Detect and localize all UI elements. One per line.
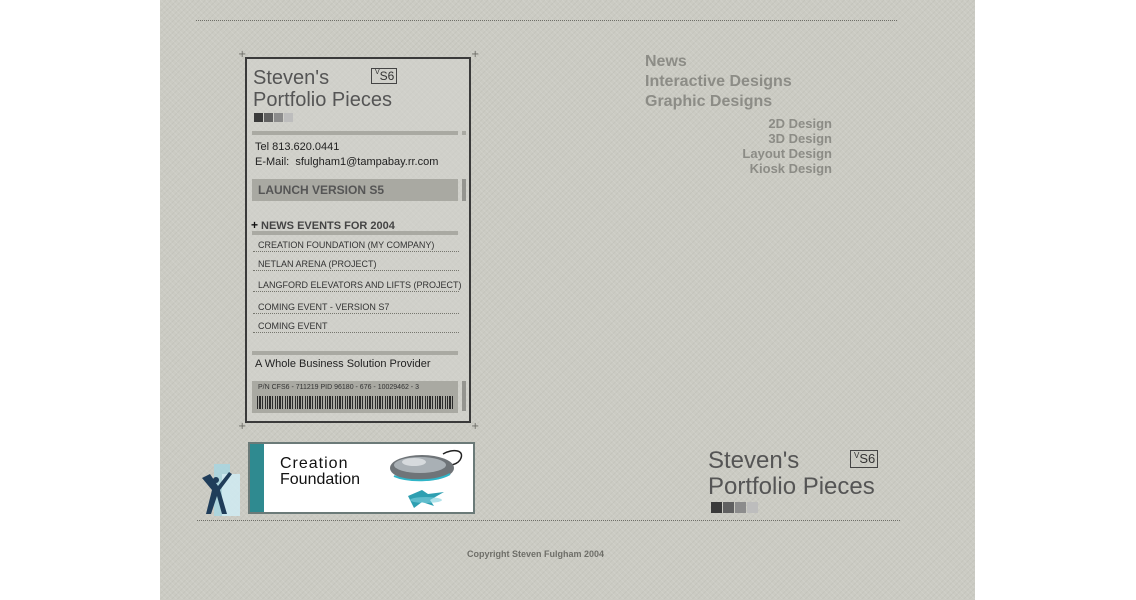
copyright: Copyright Steven Fulgham 2004	[467, 549, 605, 559]
news-divider	[252, 231, 458, 235]
nav-graphic-designs[interactable]: Graphic Designs	[645, 92, 772, 112]
part-number: P/N CFS6 - 711219 PID 96180 - 676 - 1002…	[258, 384, 419, 391]
email-link[interactable]: sfulgham1@tampabay.rr.com	[295, 156, 438, 168]
email-row: E-Mail: sfulgham1@tampabay.rr.com	[255, 156, 438, 169]
card-divider-end	[462, 131, 466, 135]
nav-3d-design[interactable]: 3D Design	[768, 131, 832, 146]
swatch	[747, 502, 758, 513]
swatch	[284, 113, 293, 122]
banner-line1: Creation	[280, 455, 349, 472]
expand-plus-icon[interactable]: +	[251, 218, 258, 232]
swatch	[274, 113, 283, 122]
nav-2d-design[interactable]: 2D Design	[768, 116, 832, 131]
color-swatches	[254, 113, 293, 122]
news-item[interactable]: CREATION FOUNDATION (MY COMPANY)	[253, 239, 459, 252]
top-divider	[196, 20, 897, 21]
barcode-icon	[257, 396, 453, 409]
swatch	[254, 113, 263, 122]
nav-news[interactable]: News	[645, 52, 687, 72]
version-badge-text: S6	[379, 69, 395, 83]
banner-line2: Foundation	[280, 471, 361, 488]
tagline: A Whole Business Solution Provider	[255, 358, 431, 370]
swatch	[723, 502, 734, 513]
telephone: Tel 813.620.0441	[255, 141, 340, 153]
version-badge: VS6	[371, 68, 398, 84]
launch-version-button[interactable]: LAUNCH VERSION S5	[252, 179, 458, 201]
nav-kiosk-design[interactable]: Kiosk Design	[750, 161, 832, 176]
corner-mark-icon: +	[471, 49, 480, 60]
news-item[interactable]: COMING EVENT - VERSION S7	[253, 301, 459, 314]
footer-logo-line2: Portfolio Pieces	[708, 473, 875, 500]
launch-scroll-handle	[462, 179, 466, 201]
swatch	[264, 113, 273, 122]
news-item[interactable]: LANGFORD ELEVATORS AND LIFTS (PROJECT)	[253, 279, 462, 292]
banner-accent-bar	[250, 444, 264, 512]
email-label: E-Mail:	[255, 156, 290, 168]
info-card: Steven's Portfolio Pieces VS6 Tel 813.62…	[245, 57, 471, 423]
person-figure-icon	[202, 464, 240, 516]
tagline-divider	[252, 351, 458, 355]
mouse-icon	[390, 449, 463, 508]
corner-mark-icon: +	[471, 421, 480, 432]
card-title-line2: Portfolio Pieces	[253, 89, 392, 111]
news-item[interactable]: COMING EVENT	[253, 320, 459, 333]
news-heading[interactable]: + NEWS EVENTS FOR 2004	[251, 218, 395, 232]
card-divider	[252, 131, 458, 135]
footer-color-swatches	[711, 502, 758, 513]
swatch	[711, 502, 722, 513]
barcode-scroll-handle	[462, 381, 466, 411]
corner-mark-icon: +	[238, 421, 247, 432]
creation-foundation-banner[interactable]: Creation Foundation	[248, 442, 475, 514]
nav-layout-design[interactable]: Layout Design	[742, 146, 832, 161]
news-item[interactable]: NETLAN ARENA (PROJECT)	[253, 258, 459, 271]
bottom-divider	[197, 520, 900, 521]
nav-interactive-designs[interactable]: Interactive Designs	[645, 72, 792, 92]
footer-version-text: S6	[859, 451, 876, 466]
swatch	[735, 502, 746, 513]
barcode-label: P/N CFS6 - 711219 PID 96180 - 676 - 1002…	[252, 381, 458, 413]
footer-version-badge: VS6	[850, 450, 879, 468]
